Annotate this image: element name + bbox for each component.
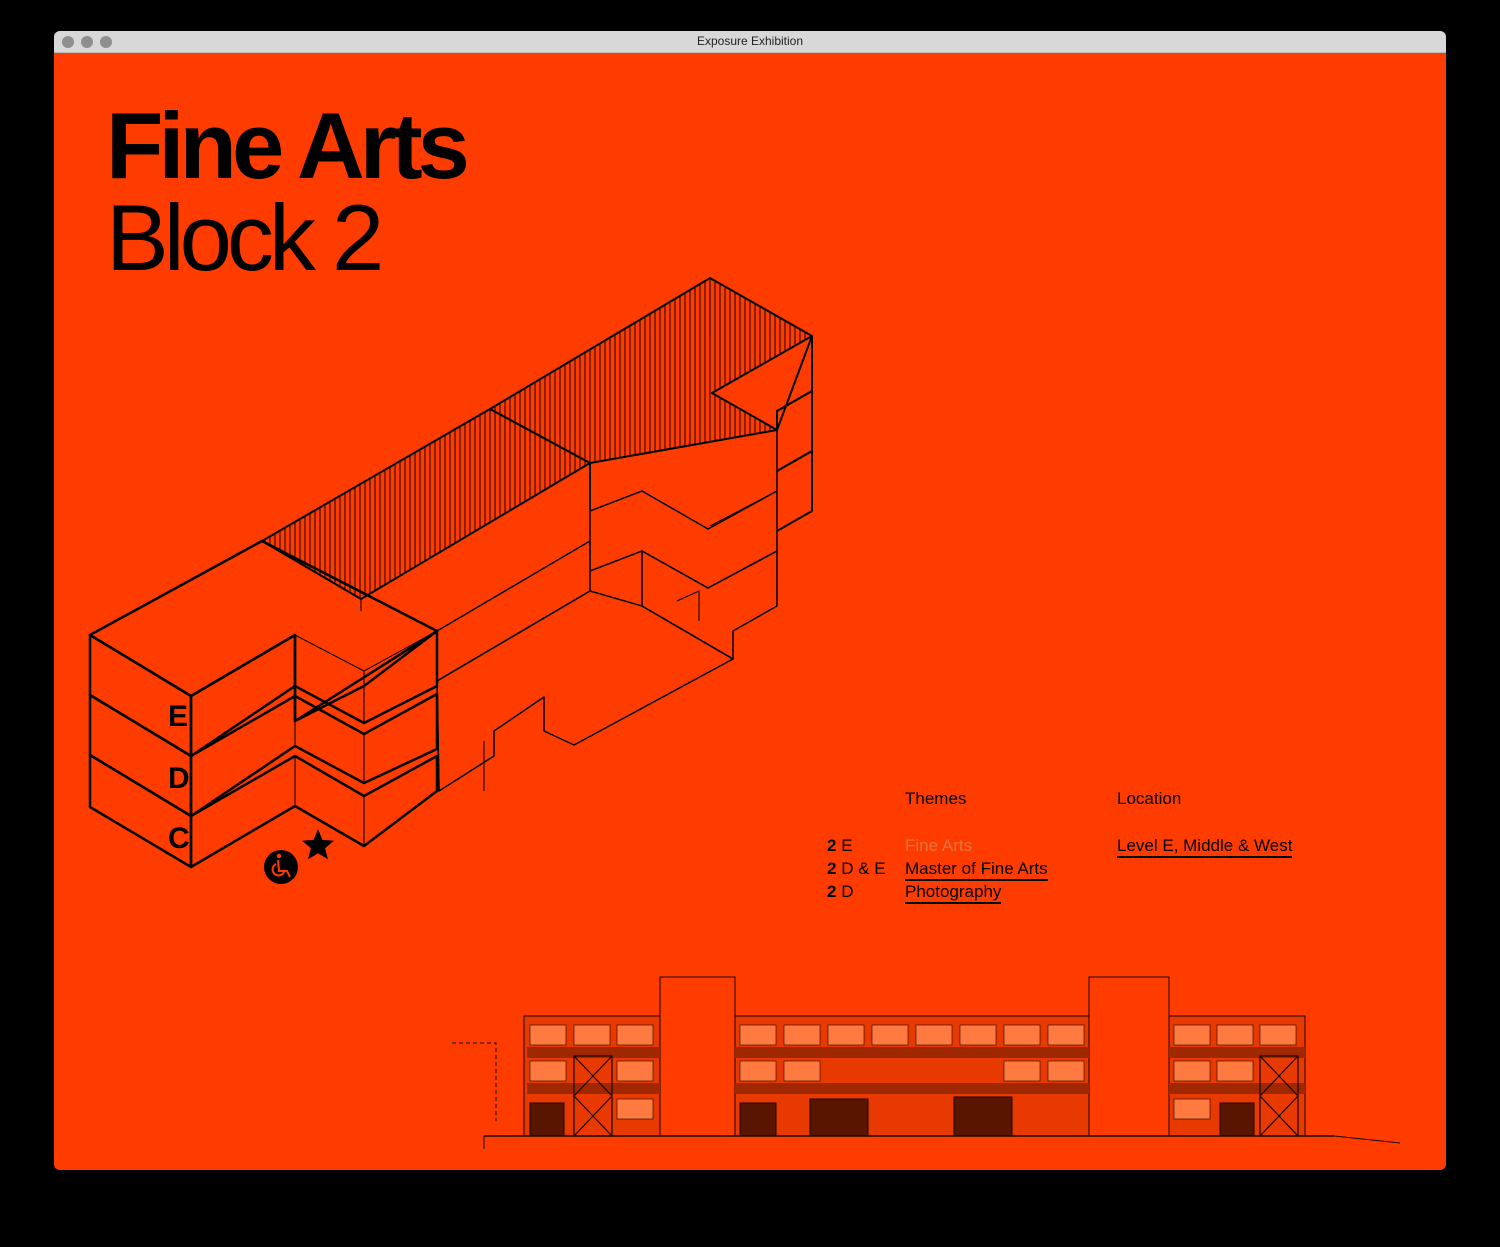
theme-link-master-of-fine-arts[interactable]: Master of Fine Arts [905,859,1048,881]
wheelchair-icon [264,850,298,884]
star-icon [302,829,334,860]
theme-link-photography[interactable]: Photography [905,882,1002,904]
level-row-3: 2 D [827,882,853,902]
level-number: 2 [827,859,837,878]
level-row-2: 2 D & E [827,859,886,879]
level-letters: D [841,882,854,901]
level-letters: E [841,836,853,855]
level-number: 2 [827,836,837,855]
floor-label-e: E [168,700,188,733]
location-header: Location [1117,789,1182,808]
location-link[interactable]: Level E, Middle & West [1117,836,1293,858]
theme-link-fine-arts[interactable]: Fine Arts [905,836,972,856]
level-row-1: 2 E [827,836,853,856]
floor-label-d: D [168,762,190,795]
floor-label-c: C [168,822,190,855]
level-number: 2 [827,882,837,901]
browser-window: Exposure Exhibition Fine Arts Block 2 E … [54,31,1446,1170]
building-facade-illustration [452,976,1401,1149]
level-letters: D & E [841,859,886,878]
themes-header: Themes [905,789,967,808]
